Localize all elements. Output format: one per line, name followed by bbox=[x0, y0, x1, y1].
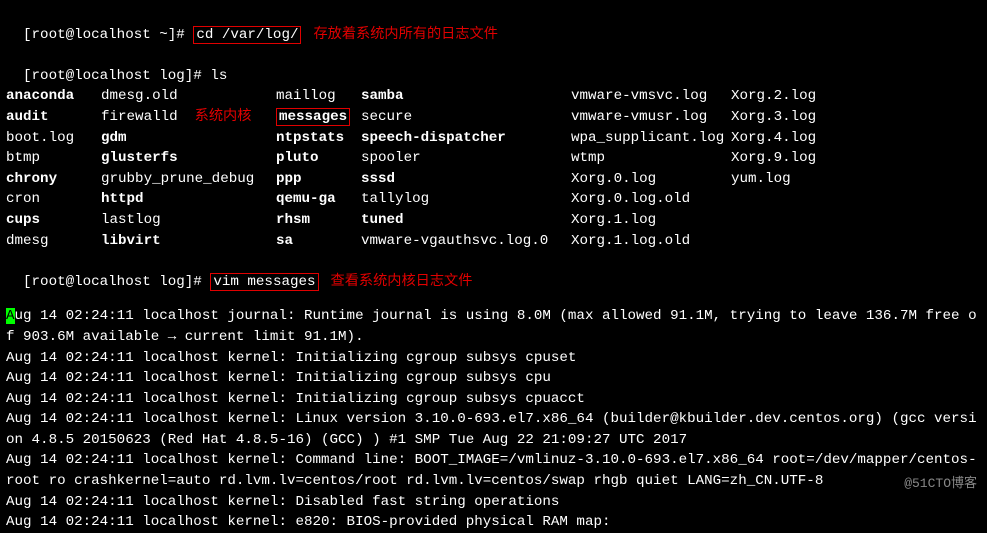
ls-file: yum.log bbox=[731, 169, 851, 190]
ls-file: chrony bbox=[6, 169, 101, 190]
ls-file: firewalld 系统内核 bbox=[101, 107, 276, 128]
ls-row: cupslastlogrhsmtunedXorg.1.log bbox=[6, 210, 981, 231]
ls-file: Xorg.9.log bbox=[731, 148, 851, 169]
shell-prompt-log[interactable]: [root@localhost log]# bbox=[23, 68, 210, 84]
ls-file: sa bbox=[276, 231, 361, 252]
ls-file: audit bbox=[6, 107, 101, 128]
ls-file: libvirt bbox=[101, 231, 276, 252]
ls-file: tuned bbox=[361, 210, 571, 231]
ls-file: speech-dispatcher bbox=[361, 128, 571, 149]
ls-file: ppp bbox=[276, 169, 361, 190]
ls-row: anacondadmesg.oldmaillogsambavmware-vmsv… bbox=[6, 86, 981, 107]
ls-file: grubby_prune_debug bbox=[101, 169, 276, 190]
vim-annotation: 查看系统内核日志文件 bbox=[331, 274, 473, 290]
ls-file: secure bbox=[361, 107, 571, 128]
ls-file: lastlog bbox=[101, 210, 276, 231]
ls-file: maillog bbox=[276, 86, 361, 107]
ls-file: qemu-ga bbox=[276, 189, 361, 210]
ls-file: cups bbox=[6, 210, 101, 231]
log-line: Aug 14 02:24:11 localhost kernel: Disabl… bbox=[6, 492, 981, 513]
ls-file: rhsm bbox=[276, 210, 361, 231]
log-line: Aug 14 02:24:11 localhost kernel: Linux … bbox=[6, 409, 981, 450]
ls-file: anaconda bbox=[6, 86, 101, 107]
log-line: Aug 14 02:24:11 localhost journal: Runti… bbox=[6, 306, 981, 347]
ls-file: tallylog bbox=[361, 189, 571, 210]
ls-output: anacondadmesg.oldmaillogsambavmware-vmsv… bbox=[6, 86, 981, 251]
ls-file: messages bbox=[276, 107, 361, 128]
prompt-ls-line: [root@localhost log]# ls bbox=[6, 45, 981, 86]
ls-file bbox=[731, 231, 851, 252]
ls-file: Xorg.3.log bbox=[731, 107, 851, 128]
ls-file: btmp bbox=[6, 148, 101, 169]
ls-file: Xorg.1.log.old bbox=[571, 231, 731, 252]
prompt-cd-line: [root@localhost ~]# cd /var/log/存放着系统内所有… bbox=[6, 4, 981, 45]
log-line: Aug 14 02:24:11 localhost kernel: Comman… bbox=[6, 450, 981, 491]
log-line: Aug 14 02:24:11 localhost kernel: Initia… bbox=[6, 389, 981, 410]
vim-command[interactable]: vim messages bbox=[210, 273, 318, 291]
shell-prompt-home[interactable]: [root@localhost ~]# bbox=[23, 27, 193, 43]
cd-annotation: 存放着系统内所有的日志文件 bbox=[313, 27, 497, 43]
cursor: A bbox=[6, 308, 15, 324]
ls-file: samba bbox=[361, 86, 571, 107]
ls-file: ntpstats bbox=[276, 128, 361, 149]
ls-file: wpa_supplicant.log bbox=[571, 128, 731, 149]
shell-prompt-log2[interactable]: [root@localhost log]# bbox=[23, 274, 210, 290]
ls-file: Xorg.0.log.old bbox=[571, 189, 731, 210]
messages-file: messages bbox=[276, 108, 350, 126]
ls-row: cronhttpdqemu-gatallylogXorg.0.log.old bbox=[6, 189, 981, 210]
ls-file: Xorg.1.log bbox=[571, 210, 731, 231]
log-line: Aug 14 02:24:11 localhost kernel: Initia… bbox=[6, 368, 981, 389]
ls-file bbox=[731, 189, 851, 210]
ls-file: sssd bbox=[361, 169, 571, 190]
ls-row: dmesglibvirtsavmware-vgauthsvc.log.0Xorg… bbox=[6, 231, 981, 252]
ls-file: vmware-vmusr.log bbox=[571, 107, 731, 128]
ls-row: boot.loggdmntpstatsspeech-dispatcherwpa_… bbox=[6, 128, 981, 149]
watermark: @51CTO博客 bbox=[904, 475, 977, 494]
ls-file: glusterfs bbox=[101, 148, 276, 169]
log-line: Aug 14 02:24:11 localhost kernel: Initia… bbox=[6, 348, 981, 369]
prompt-vim-line: [root@localhost log]# vim messages 查看系统内核… bbox=[6, 251, 981, 292]
ls-file: wtmp bbox=[571, 148, 731, 169]
cd-command[interactable]: cd /var/log/ bbox=[193, 26, 301, 44]
ls-command[interactable]: ls bbox=[210, 68, 227, 84]
ls-file: pluto bbox=[276, 148, 361, 169]
ls-file: Xorg.2.log bbox=[731, 86, 851, 107]
ls-file: boot.log bbox=[6, 128, 101, 149]
ls-file: vmware-vmsvc.log bbox=[571, 86, 731, 107]
kernel-annotation: 系统内核 bbox=[178, 109, 252, 125]
log-line: Aug 14 02:24:11 localhost kernel: e820: … bbox=[6, 512, 981, 533]
ls-file: dmesg.old bbox=[101, 86, 276, 107]
ls-row: btmpglusterfsplutospoolerwtmpXorg.9.log bbox=[6, 148, 981, 169]
ls-file: gdm bbox=[101, 128, 276, 149]
ls-file: vmware-vgauthsvc.log.0 bbox=[361, 231, 571, 252]
log-output: Aug 14 02:24:11 localhost journal: Runti… bbox=[6, 306, 981, 533]
ls-file: spooler bbox=[361, 148, 571, 169]
ls-file: Xorg.4.log bbox=[731, 128, 851, 149]
ls-row: chronygrubby_prune_debugpppsssdXorg.0.lo… bbox=[6, 169, 981, 190]
ls-file: Xorg.0.log bbox=[571, 169, 731, 190]
ls-file: cron bbox=[6, 189, 101, 210]
ls-file bbox=[731, 210, 851, 231]
ls-file: dmesg bbox=[6, 231, 101, 252]
ls-row: auditfirewalld 系统内核messages securevmware-… bbox=[6, 107, 981, 128]
ls-file: httpd bbox=[101, 189, 276, 210]
